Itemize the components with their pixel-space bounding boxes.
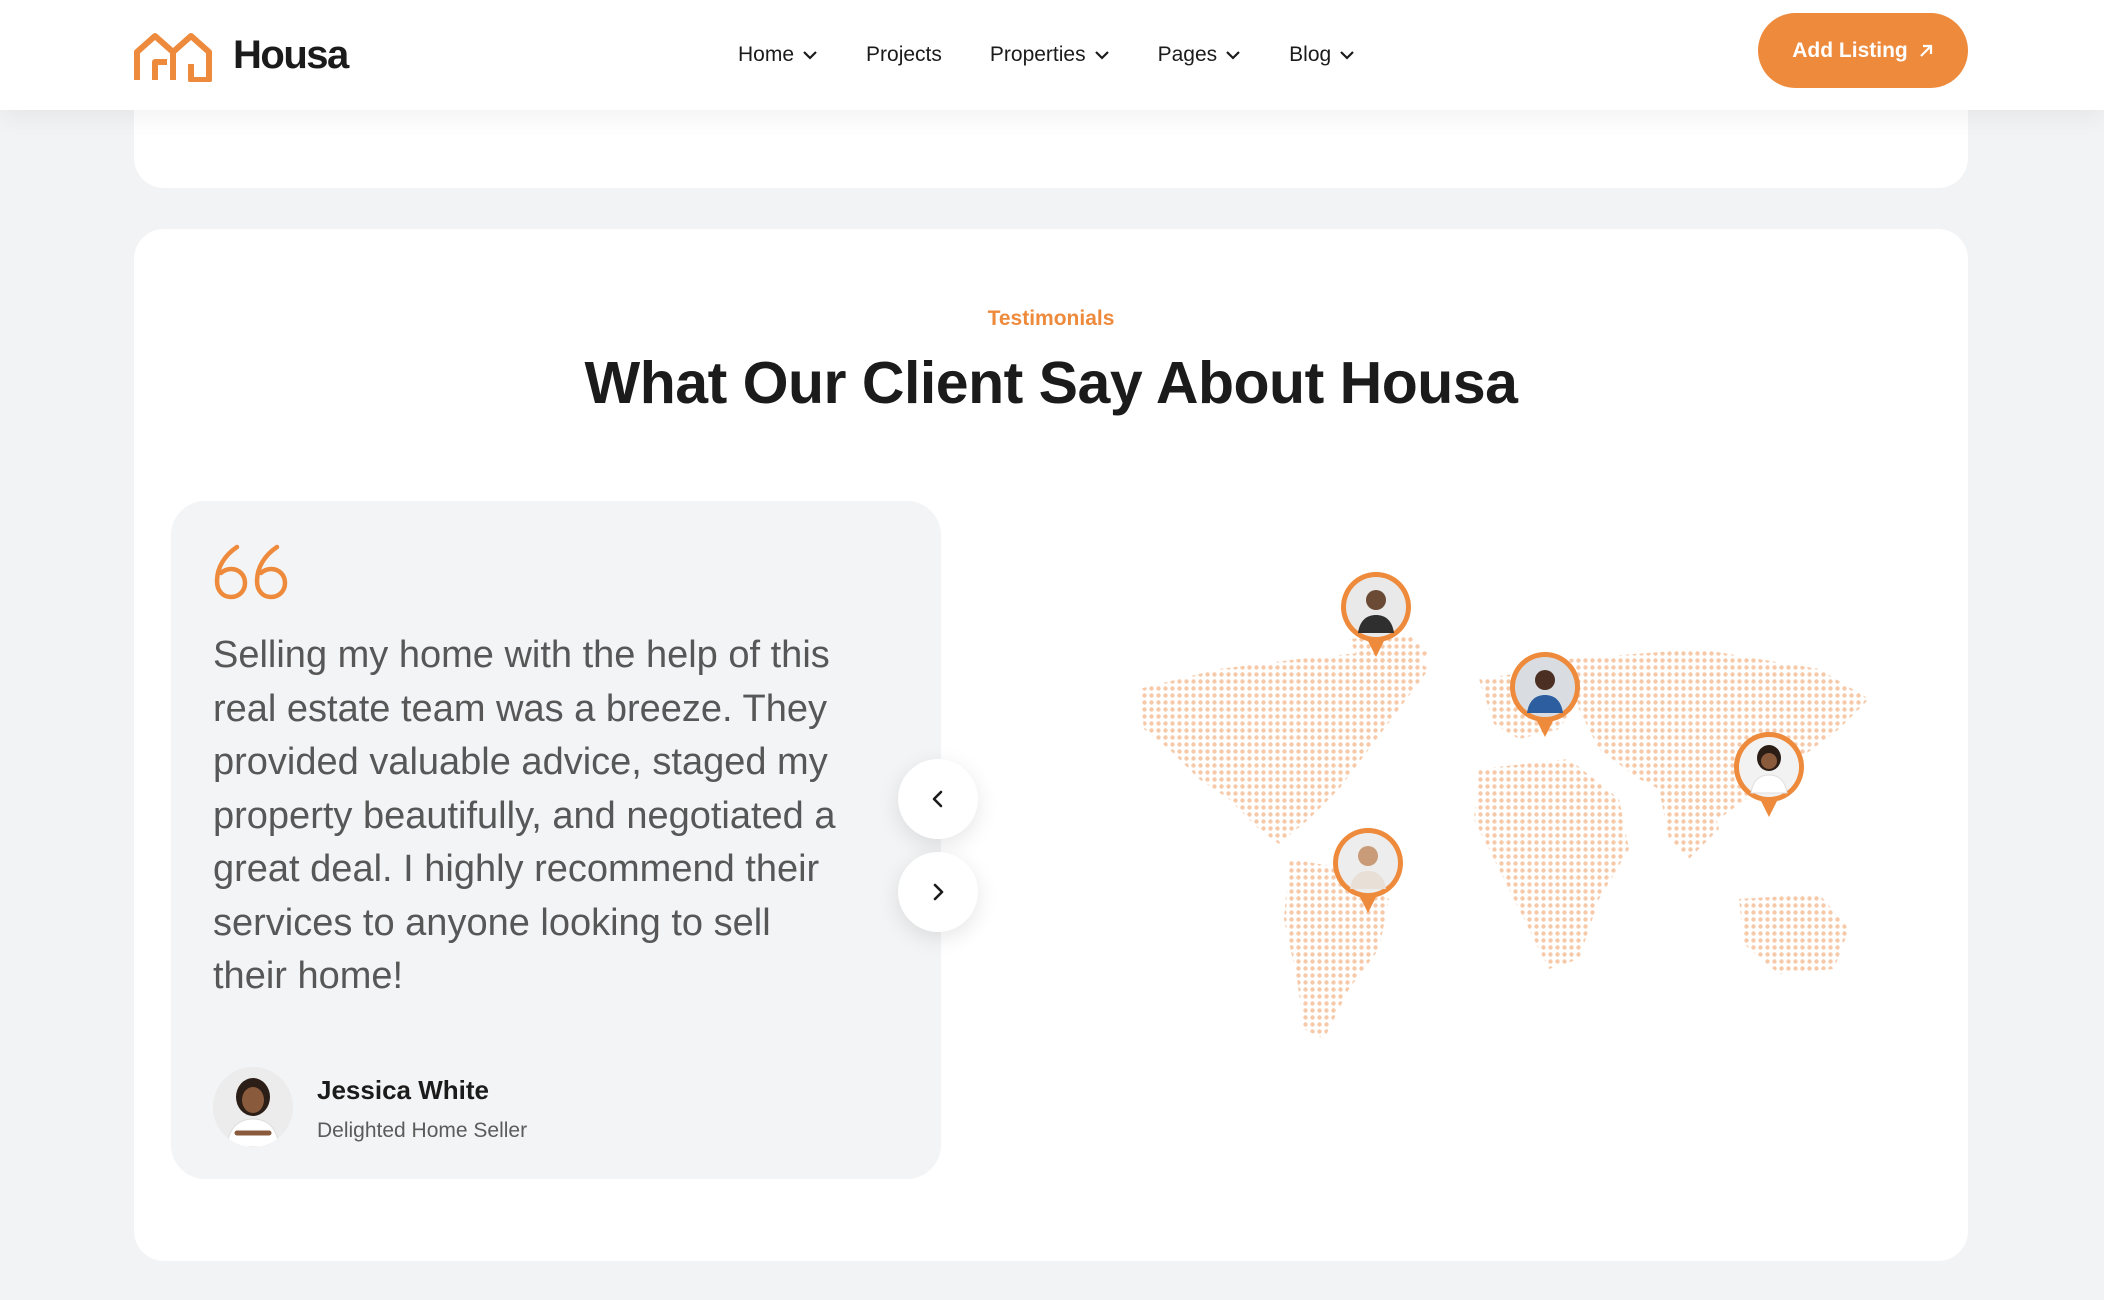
author-name: Jessica White [317,1075,489,1105]
logo[interactable]: Housa [133,28,349,82]
chevron-left-icon [932,790,943,808]
nav-item-home[interactable]: Home [738,43,818,67]
testimonial-quote: Selling my home with the help of this re… [213,634,836,997]
chevron-right-icon [933,883,944,901]
section-title: What Our Client Say About Housa [584,350,1518,416]
world-map [1139,634,1869,1039]
site-header: Housa Home Projects Properties Pages Blo… [0,0,2104,110]
chevron-down-icon [1340,51,1354,60]
chevron-down-icon [803,51,817,60]
avatar [213,1067,293,1147]
section-eyebrow: Testimonials [987,307,1115,330]
author-role: Delighted Home Seller [317,1119,528,1142]
nav-label: Properties [989,43,1086,66]
testimonial-card: Selling my home with the help of this re… [171,501,941,1179]
add-listing-label: Add Listing [1792,38,1908,62]
add-listing-button[interactable]: Add Listing [1758,13,1968,88]
prev-testimonial-button[interactable] [898,759,978,839]
person-avatar-icon [213,1067,293,1147]
brand-name: Housa [233,32,349,77]
next-testimonial-button[interactable] [898,852,978,932]
testimonials-section: Testimonials What Our Client Say About H… [134,229,1968,1261]
nav-item-properties[interactable]: Properties [990,43,1110,67]
nav-label: Home [738,43,795,66]
client-location-pin[interactable] [1330,825,1406,917]
quote-icon [214,544,288,600]
main-nav: Home Projects Properties Pages Blog [738,0,1403,110]
nav-item-projects[interactable]: Projects [866,43,942,67]
nav-item-pages[interactable]: Pages [1158,43,1242,67]
house-logo-icon [134,33,212,82]
chevron-down-icon [1226,51,1240,60]
nav-label: Pages [1157,43,1218,66]
client-location-pin[interactable] [1731,729,1807,821]
client-location-pin[interactable] [1338,569,1414,661]
nav-label: Projects [866,43,942,66]
nav-label: Blog [1289,43,1332,66]
arrow-up-right-icon [1919,44,1932,57]
client-location-pin[interactable] [1507,649,1583,741]
chevron-down-icon [1094,51,1109,60]
nav-item-blog[interactable]: Blog [1289,43,1355,67]
